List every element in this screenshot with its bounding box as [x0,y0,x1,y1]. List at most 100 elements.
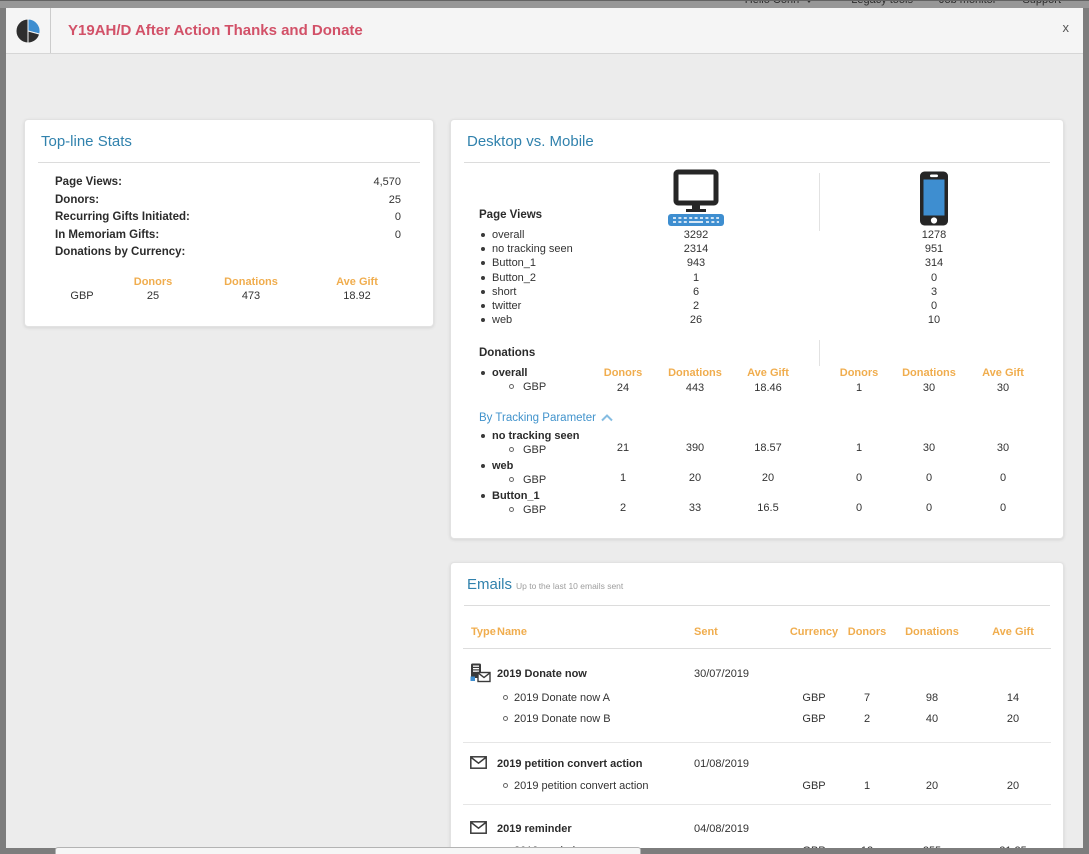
column-header-ave-gift: Ave Gift [336,276,378,288]
email-variant-row: 2019 petition convert action GBP 1 20 20 [451,779,1063,795]
stat-label: In Memoriam Gifts: [55,227,159,245]
stat-row: In Memoriam Gifts: 0 [55,227,401,245]
column-header-donations: Donations [905,626,959,638]
column-header-ave-gift: Ave Gift [992,626,1034,638]
donations-overall-row: overall GBP Donors Donations Ave Gift Do… [451,367,1063,401]
column-header-ave-gift: Ave Gift [982,367,1024,379]
nav-support[interactable]: Support [1022,1,1061,7]
page-views-row: twitter 2 0 [451,300,1063,314]
emails-body: Type Name Sent Currency Donors Donations… [451,606,1063,848]
topline-stats-panel: Top-line Stats Page Views: 4,570 Donors:… [24,119,434,327]
sub-bullet-icon [509,384,514,389]
email-icon [470,821,487,839]
logo[interactable] [6,8,51,53]
column-header-donations: Donations [224,276,278,288]
page-views-row: Button_2 1 0 [451,272,1063,286]
report-modal: Y19AH/D After Action Thanks and Donate x… [6,8,1083,848]
page-views-row: no tracking seen 2314 951 [451,243,1063,257]
divider [463,742,1051,743]
by-tracking-parameter-toggle[interactable]: By Tracking Parameter [479,412,613,424]
column-divider [819,340,820,366]
bullet-icon [481,304,485,308]
column-divider [819,173,820,231]
stat-value: 0 [395,209,401,227]
nav-user-label: Hello Corin [745,1,799,7]
page-views-row: short 6 3 [451,286,1063,300]
column-header-donors: Donors [134,276,173,288]
desktop-vs-mobile-panel: Desktop vs. Mobile [450,119,1064,539]
page-views-row: web 26 10 [451,314,1063,328]
stat-row: Recurring Gifts Initiated: 0 [55,209,401,227]
bullet-icon [481,276,485,280]
page-views-row: overall 3292 1278 [451,229,1063,243]
stat-label: Donors: [55,192,99,210]
sub-bullet-icon [509,507,514,512]
panel-title: Desktop vs. Mobile [467,133,594,150]
top-nav-strip: Hello Corin Legacy tools Job monitor Sup… [0,1,1089,8]
topline-stats-body: Page Views: 4,570 Donors: 25 Recurring G… [25,163,433,327]
emails-panel: Emails Up to the last 10 emails sent Type… [450,562,1064,848]
bullet-icon [481,434,485,438]
modal-header: Y19AH/D After Action Thanks and Donate x [6,8,1083,54]
column-header-donors: Donors [840,367,879,379]
email-group-row: 2019 Donate now 30/07/2019 [451,666,1063,686]
bullet-icon [481,233,485,237]
chevron-up-icon [601,414,613,422]
email-group-row: 2019 petition convert action 01/08/2019 [451,756,1063,776]
divider [463,804,1051,805]
stat-row: Donors: 25 [55,192,401,210]
column-header-type: Type [471,626,496,638]
stat-value: 4,570 [373,174,401,192]
stat-row: Page Views: 4,570 [55,174,401,192]
page-views-row: Button_1 943 314 [451,257,1063,271]
stat-label: Page Views: [55,174,122,192]
desktop-icon [667,169,725,232]
sub-bullet-icon [503,716,508,721]
email-variant-row: 2019 Donate now A GBP 7 98 14 [451,691,1063,707]
bullet-icon [481,247,485,251]
currency-code: GBP [70,290,93,302]
email-icon [470,756,487,774]
bullet-icon [481,494,485,498]
app-window: Hello Corin Legacy tools Job monitor Sup… [0,0,1089,854]
page-title: Y19AH/D After Action Thanks and Donate [68,22,363,39]
currency-section-label: Donations by Currency: [55,244,185,262]
currency-donors: 25 [147,290,159,302]
next-panel-peek [55,847,641,854]
currency-donations: 473 [242,290,260,302]
top-nav: Hello Corin Legacy tools Job monitor Sup… [745,1,1061,7]
panel-title: Emails [467,576,512,593]
divider [463,648,1051,649]
panel-title: Top-line Stats [41,133,132,150]
column-header-donors: Donors [848,626,887,638]
column-header-donors: Donors [604,367,643,379]
currency-ave-gift: 18.92 [343,290,371,302]
panel-subtitle: Up to the last 10 emails sent [516,581,623,591]
desktop-vs-mobile-body: Page Views overall 3292 1278 no tracking… [451,163,1063,538]
column-header-donations: Donations [668,367,722,379]
bullet-icon [481,371,485,375]
column-header-sent: Sent [694,626,718,638]
column-header-donations: Donations [902,367,956,379]
donation-group-row: no tracking seen GBP 21 390 18.57 1 30 3… [451,430,1063,460]
donation-group-row: web GBP 1 20 20 0 0 0 [451,460,1063,490]
column-header-currency: Currency [790,626,838,638]
sub-bullet-icon [503,695,508,700]
donation-group-row: Button_1 GBP 2 33 16.5 0 0 0 [451,490,1063,520]
stat-value: 25 [389,192,401,210]
donations-heading: Donations [479,347,535,359]
stat-row: Donations by Currency: [55,244,401,262]
page-views-heading: Page Views [479,209,542,221]
nav-user-menu[interactable]: Hello Corin [745,1,813,7]
stat-label: Recurring Gifts Initiated: [55,209,190,227]
page-views-rows: overall 3292 1278 no tracking seen 2314 … [451,229,1063,328]
column-header-name: Name [497,626,527,638]
pie-chart-logo-icon [15,18,41,44]
nav-job-monitor[interactable]: Job monitor [939,1,996,7]
nav-legacy-tools[interactable]: Legacy tools [851,1,913,7]
column-header-ave-gift: Ave Gift [747,367,789,379]
chevron-down-icon [805,1,813,3]
report-content: Top-line Stats Page Views: 4,570 Donors:… [6,54,1083,848]
close-button[interactable]: x [1063,21,1070,34]
mobile-icon [919,171,949,231]
